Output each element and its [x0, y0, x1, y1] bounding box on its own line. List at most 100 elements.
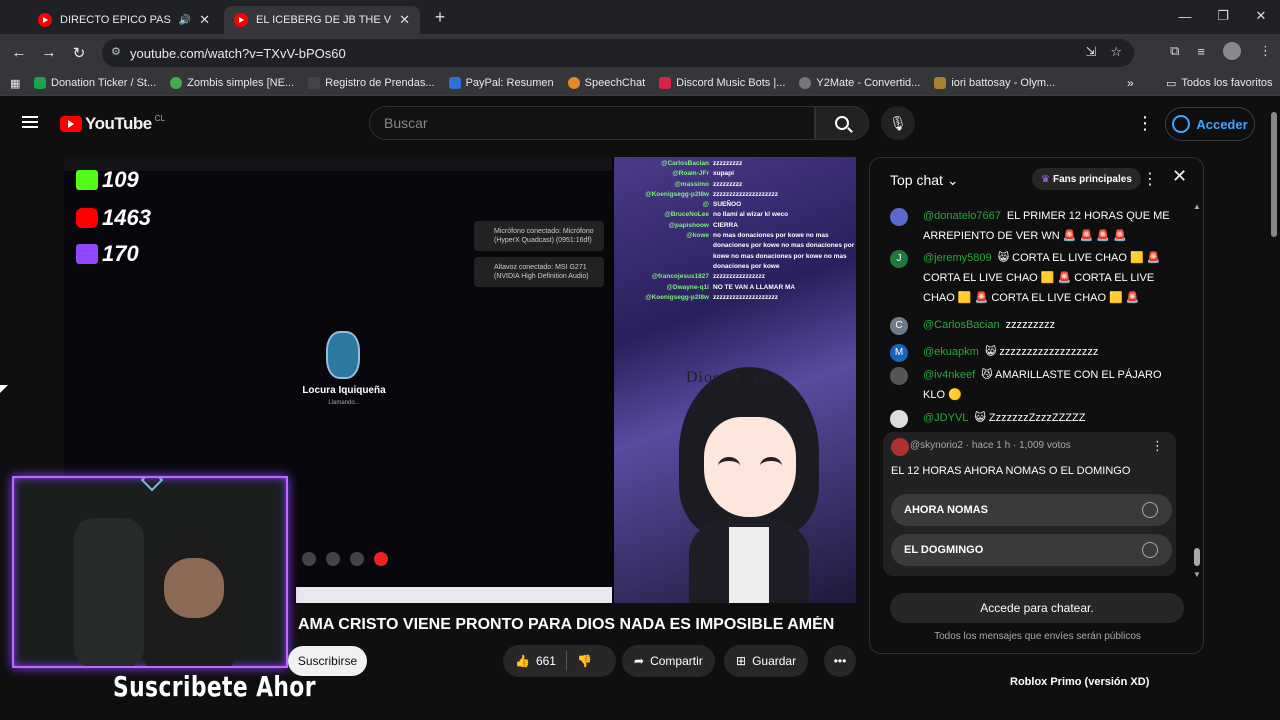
chat-author[interactable]: @donatelo7667	[923, 210, 1001, 222]
forward-icon[interactable]: →	[34, 44, 64, 61]
bookmark-item[interactable]: iori battosay - Olym...	[934, 77, 1055, 89]
chat-mode-label: Top chat	[890, 172, 943, 188]
voice-search-button[interactable]: 🎙	[881, 106, 915, 140]
fans-label: Fans principales	[1052, 173, 1132, 185]
browser-tab-1[interactable]: DIRECTO EPICO PASEN DIO 🔊 ✕	[28, 6, 220, 34]
chat-mode-dropdown[interactable]: Top chat ⌄	[890, 172, 959, 189]
youtube-viewers: 1463	[76, 205, 151, 231]
share-button[interactable]: ➦ Compartir	[622, 645, 715, 677]
bookmark-item[interactable]: PayPal: Resumen	[448, 77, 554, 89]
save-button[interactable]: ⊞ Guardar	[724, 645, 809, 677]
scroll-thumb[interactable]	[1194, 548, 1200, 566]
extensions-icon[interactable]: ⧉	[1170, 43, 1179, 59]
stream-chat-text: zzzzzzzzzzzzzzzzzzzz	[713, 293, 778, 301]
stream-chat-author: @kowe	[686, 232, 709, 240]
speaker-notice: Altavoz conectado: MSI G271 (NVIDIA High…	[474, 257, 604, 287]
bookmark-item[interactable]: Registro de Prendas...	[308, 77, 435, 89]
search-input[interactable]: Buscar	[369, 106, 815, 140]
poll-options-icon[interactable]: ⋮	[1151, 438, 1164, 454]
apps-grid-icon[interactable]: ▦	[10, 77, 22, 90]
settings-kebab-icon[interactable]: ⋮	[1136, 114, 1154, 132]
restore-icon[interactable]: ❐	[1204, 0, 1242, 32]
stream-chat-text: no llamí al wizar kl weco	[713, 211, 789, 219]
bookmark-label: iori battosay - Olym...	[951, 77, 1056, 89]
country-code: CL	[154, 113, 165, 123]
chat-author[interactable]: @ekuapkm	[923, 346, 979, 358]
new-tab-icon[interactable]: +	[428, 5, 452, 29]
dislike-icon[interactable]: 👎	[577, 654, 592, 668]
chat-avatar[interactable]	[890, 208, 908, 226]
stream-chat-text: SUEÑOO	[713, 201, 742, 209]
like-icon[interactable]: 👍	[515, 654, 530, 668]
menu-icon[interactable]	[22, 116, 38, 128]
chat-avatar[interactable]: M	[890, 344, 908, 362]
stream-chat-line: @papishoow CIERRA	[614, 221, 856, 231]
bookmark-item[interactable]: Discord Music Bots |...	[659, 77, 785, 89]
chat-avatar[interactable]	[890, 410, 908, 428]
speaker-icon[interactable]: 🔊	[179, 15, 191, 26]
minimize-icon[interactable]: —	[1166, 0, 1204, 32]
search-button[interactable]	[815, 106, 869, 140]
subscribe-button[interactable]: Suscribirse	[288, 646, 367, 676]
close-tab-icon[interactable]: ✕	[399, 12, 410, 28]
poll-option[interactable]: AHORA NOMAS	[891, 494, 1172, 526]
chat-text: 😺 ZzzzzzzZzzzZZZZZ	[974, 412, 1086, 424]
bookmark-item[interactable]: Zombis simples [NE...	[170, 77, 294, 89]
stream-chat-line: @Roam-JFr xupapi	[614, 169, 856, 179]
webcam-frame-gem-icon	[140, 478, 164, 492]
bookmark-favicon-icon	[170, 77, 183, 89]
media-icon[interactable]: ≡	[1197, 44, 1205, 59]
all-bookmarks-folder[interactable]: ▭ Todos los favoritos	[1166, 77, 1273, 90]
chat-author[interactable]: @jeremy5809	[923, 252, 992, 264]
browser-menu-icon[interactable]: ⋮	[1259, 43, 1272, 59]
install-icon[interactable]: ⇲	[1085, 44, 1096, 60]
site-info-icon[interactable]: ⚙	[111, 45, 121, 58]
hangup-icon	[374, 552, 388, 566]
bookmark-favicon-icon	[567, 77, 580, 89]
signin-button[interactable]: Acceder	[1165, 107, 1255, 141]
page-scroll-thumb[interactable]	[1271, 112, 1277, 237]
fans-button[interactable]: ♛ Fans principales	[1032, 168, 1141, 190]
chat-author[interactable]: @JDYVL	[923, 412, 968, 424]
bookmark-star-icon[interactable]: ☆	[1110, 44, 1122, 60]
twitch-icon	[76, 244, 98, 264]
bookmark-item[interactable]: Donation Ticker / St...	[34, 77, 156, 89]
bookmark-item[interactable]: Y2Mate - Convertid...	[799, 77, 920, 89]
profile-avatar[interactable]	[1223, 42, 1241, 60]
more-actions-button[interactable]: •••	[824, 645, 856, 677]
close-chat-icon[interactable]: ✕	[1172, 166, 1187, 187]
bookmark-item[interactable]: SpeechChat	[567, 77, 645, 89]
back-icon[interactable]: ←	[4, 44, 34, 61]
stream-chat-text: NO TE VAN A LLAMAR MA	[713, 283, 796, 291]
chat-avatar[interactable]	[890, 367, 908, 385]
browser-tab-2[interactable]: EL ICEBERG DE JB THE VOICE. - ✕	[224, 6, 420, 34]
chat-avatar[interactable]: C	[890, 317, 908, 335]
mouse-cursor-icon	[0, 385, 8, 393]
url-field[interactable]: ⚙ youtube.com/watch?v=TXvV-bPOs60 ⇲ ☆	[102, 39, 1134, 67]
scroll-up-icon[interactable]: ▲	[1193, 202, 1201, 211]
youtube-logo[interactable]: YouTube CL	[60, 114, 165, 134]
more-bookmarks-icon[interactable]: »	[1127, 76, 1134, 90]
close-window-icon[interactable]: ✕	[1242, 0, 1280, 32]
bookmark-label: Y2Mate - Convertid...	[816, 77, 921, 89]
poll-question: EL 12 HORAS AHORA NOMAS O EL DOMINGO	[891, 465, 1131, 477]
subscribe-overlay-text: Suscribete Ahor	[113, 670, 316, 703]
poll-option[interactable]: EL DOGMINGO	[891, 534, 1172, 566]
chat-scrollbar[interactable]: ▲ ▼	[1193, 202, 1201, 582]
signin-label: Acceder	[1196, 116, 1248, 132]
chat-avatar[interactable]: J	[890, 250, 908, 268]
stream-browser-bar	[64, 157, 612, 171]
bookmark-favicon-icon	[934, 77, 947, 89]
related-video-title[interactable]: Roblox Primo (versión XD)	[1010, 676, 1149, 688]
page-scrollbar[interactable]	[1268, 100, 1280, 680]
like-count[interactable]: 661	[536, 654, 556, 668]
scroll-down-icon[interactable]: ▼	[1193, 570, 1201, 579]
chat-author[interactable]: @iv4nkeef	[923, 369, 975, 381]
close-tab-icon[interactable]: ✕	[199, 12, 210, 28]
public-messages-note: Todos los mensajes que envíes serán públ…	[934, 631, 1141, 642]
stream-chat-text: no mas donaciones por kowe no mas donaci…	[713, 232, 855, 270]
chat-options-icon[interactable]: ⋮	[1142, 169, 1158, 189]
chat-author[interactable]: @CarlosBacian	[923, 319, 1000, 331]
signin-to-chat-button[interactable]: Accede para chatear.	[890, 593, 1184, 623]
reload-icon[interactable]: ↻	[64, 44, 94, 62]
